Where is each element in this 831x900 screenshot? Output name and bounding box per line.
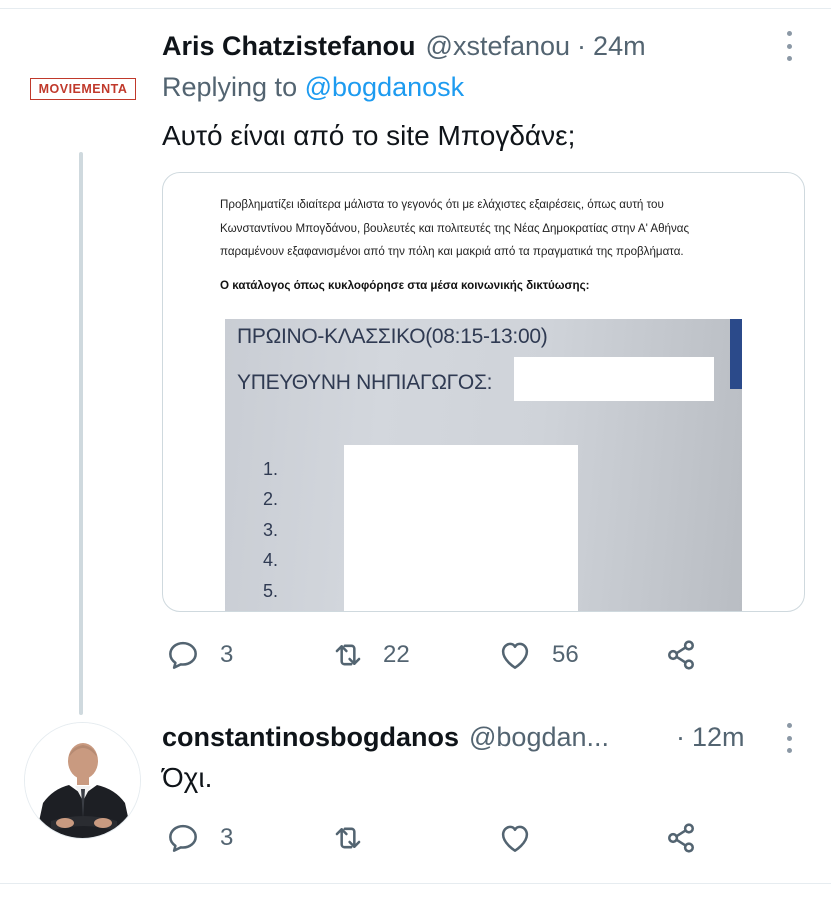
user-handle[interactable]: @xstefanou bbox=[426, 31, 571, 62]
article-line: παραμένουν εξαφανισμένοι από την πόλη κα… bbox=[220, 245, 684, 258]
like-count: 56 bbox=[552, 641, 579, 668]
article-line: Προβληματίζει ιδιαίτερα μάλιστα το γεγον… bbox=[220, 198, 664, 211]
tweet2-time: · 12m bbox=[676, 719, 745, 755]
list-number: 1. bbox=[263, 459, 279, 479]
avatar-logo-text: MOVIEMENTA bbox=[38, 82, 128, 96]
redaction-box bbox=[514, 357, 714, 401]
avatar-logo[interactable]: MOVIEMENTA bbox=[30, 78, 136, 100]
retweet-icon bbox=[335, 827, 361, 849]
tweet1-header: Aris Chatzistefanou @xstefanou · 24m bbox=[162, 28, 646, 64]
share-icon bbox=[668, 640, 694, 670]
top-divider bbox=[0, 8, 831, 9]
timestamp[interactable]: 12m bbox=[692, 722, 745, 753]
retweet-count: 22 bbox=[383, 641, 410, 668]
media-card[interactable]: Προβληματίζει ιδιαίτερα μάλιστα το γεγον… bbox=[162, 172, 805, 612]
like-button[interactable]: 56 bbox=[496, 636, 579, 674]
reply-count: 3 bbox=[220, 824, 234, 851]
share-icon bbox=[668, 823, 694, 853]
thread-line bbox=[79, 152, 83, 715]
separator-dot: · bbox=[676, 721, 685, 752]
separator-dot: · bbox=[577, 30, 587, 61]
more-icon[interactable] bbox=[784, 723, 794, 753]
user-handle[interactable]: @bogdan... bbox=[469, 722, 609, 753]
more-icon[interactable] bbox=[784, 31, 794, 61]
replying-prefix: Replying to bbox=[162, 72, 298, 102]
list-number: 3. bbox=[263, 520, 279, 540]
like-icon bbox=[501, 642, 529, 669]
like-button[interactable] bbox=[496, 819, 534, 857]
reply-button[interactable]: 3 bbox=[164, 636, 233, 674]
tweet-text: Όχι. bbox=[162, 762, 213, 793]
article-paragraph: Προβληματίζει ιδιαίτερα μάλιστα το γεγον… bbox=[220, 193, 800, 264]
timestamp[interactable]: 24m bbox=[593, 31, 646, 62]
like-icon bbox=[501, 825, 529, 852]
reply-count: 3 bbox=[220, 641, 234, 668]
list-number: 2. bbox=[263, 489, 279, 509]
tweet-text: Αυτό είναι από το site Μπογδάνε; bbox=[162, 120, 576, 151]
replying-to: Replying to @bogdanosk bbox=[162, 72, 464, 103]
article-bold-line: Ο κατάλογος όπως κυκλοφόρησε στα μέσα κο… bbox=[220, 279, 590, 292]
reply-button[interactable]: 3 bbox=[164, 819, 233, 857]
avatar[interactable] bbox=[24, 722, 141, 839]
share-button[interactable] bbox=[662, 636, 700, 674]
reply-icon bbox=[169, 641, 197, 669]
redaction-box bbox=[344, 445, 578, 611]
display-name[interactable]: constantinosbogdanos bbox=[162, 722, 459, 753]
article-line: Κωνσταντίνου Μπογδάνου, βουλευτές και πο… bbox=[220, 221, 690, 235]
list-photo: ΠΡΩΙΝΟ-ΚΛΑΣΣΙΚΟ(08:15-13:00) ΥΠΕΥΘΥΝΗ ΝΗ… bbox=[225, 319, 742, 611]
retweet-button[interactable] bbox=[329, 819, 367, 857]
retweet-icon bbox=[335, 644, 361, 666]
photo-subheading: ΥΠΕΥΘΥΝΗ ΝΗΠΙΑΓΩΓΟΣ: bbox=[237, 371, 493, 394]
share-button[interactable] bbox=[662, 819, 700, 857]
photo-edge bbox=[730, 319, 742, 389]
reply-icon bbox=[169, 824, 197, 852]
replying-handle-link[interactable]: @bogdanosk bbox=[305, 72, 465, 102]
photo-heading: ΠΡΩΙΝΟ-ΚΛΑΣΣΙΚΟ(08:15-13:00) bbox=[237, 325, 548, 348]
list-number: 4. bbox=[263, 550, 279, 570]
bottom-divider bbox=[0, 883, 831, 884]
display-name[interactable]: Aris Chatzistefanou bbox=[162, 31, 416, 62]
avatar-image bbox=[25, 723, 140, 838]
list-number: 5. bbox=[263, 581, 279, 601]
retweet-button[interactable]: 22 bbox=[329, 636, 410, 674]
tweet2-header: constantinosbogdanos @bogdan... bbox=[162, 719, 609, 755]
